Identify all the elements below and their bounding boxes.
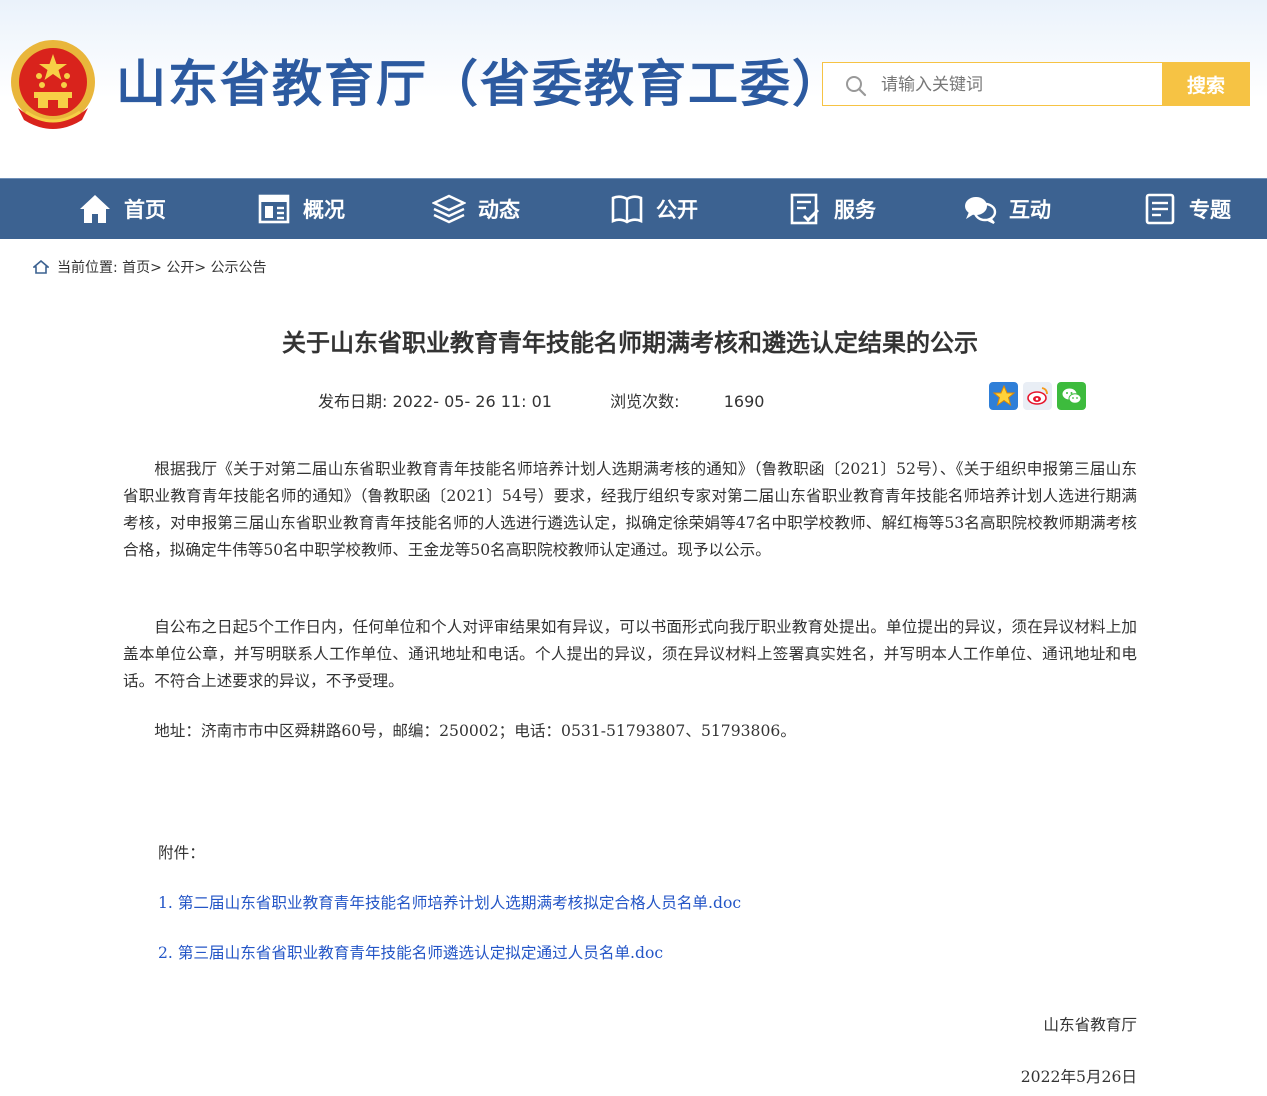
service-icon <box>790 193 820 225</box>
weibo-icon[interactable] <box>1023 382 1052 410</box>
chat-icon <box>965 197 997 224</box>
site-title: 山东省教育厅（省委教育工委） <box>116 55 844 113</box>
paragraph: 地址：济南市市中区舜耕路60号，邮编：250002；电话：0531-517938… <box>154 722 796 740</box>
article-title: 关于山东省职业教育青年技能名师期满考核和遴选认定结果的公示 <box>282 329 978 357</box>
nav-label: 互动 <box>1009 198 1051 222</box>
search-button[interactable]: 搜索 <box>1162 62 1250 106</box>
overview-icon <box>258 194 290 224</box>
book-icon <box>611 195 643 224</box>
breadcrumb: 当前位置: 首页> 公开> 公示公告 <box>33 256 267 278</box>
breadcrumb-home[interactable]: 首页> <box>122 257 162 277</box>
home-small-icon <box>33 260 49 274</box>
attachments-label: 附件： <box>158 844 205 862</box>
national-emblem-icon <box>11 40 95 129</box>
nav-label: 动态 <box>478 198 520 222</box>
main-nav: 首页 概况 动态 公开 服务 互动 专题 <box>0 178 1267 239</box>
signature: 山东省教育厅 <box>1043 1016 1137 1034</box>
breadcrumb-public[interactable]: 公开> <box>166 257 206 277</box>
nav-item-overview[interactable]: 概况 <box>257 179 345 239</box>
search-icon <box>846 76 867 97</box>
breadcrumb-notice[interactable]: 公示公告 <box>211 257 267 277</box>
breadcrumb-prefix: 当前位置: <box>57 260 118 276</box>
date-value: 2022- 05- 26 11: 01 <box>392 392 552 411</box>
attachment-link-1[interactable]: 1. 第二届山东省职业教育青年技能名师培养计划人选期满考核拟定合格人员名单.do… <box>158 894 741 912</box>
article-meta: 发布日期: 2022- 05- 26 11: 01 浏览次数: 1690 <box>318 388 764 412</box>
attachment-link-2[interactable]: 2. 第三届山东省省职业教育青年技能名师遴选认定拟定通过人员名单.doc <box>158 944 663 962</box>
nav-label: 首页 <box>124 198 166 222</box>
topic-icon <box>1145 193 1175 225</box>
home-icon <box>80 195 110 223</box>
nav-item-public[interactable]: 公开 <box>610 179 698 239</box>
nav-item-topic[interactable]: 专题 <box>1143 179 1231 239</box>
wechat-icon[interactable] <box>1057 382 1086 410</box>
search-box: 搜索 <box>822 62 1250 107</box>
nav-item-interact[interactable]: 互动 <box>963 179 1051 239</box>
nav-label: 公开 <box>656 198 698 222</box>
search-input[interactable] <box>879 63 1163 107</box>
views-label: 浏览次数: <box>610 392 680 411</box>
site-header: 山东省教育厅（省委教育工委） 搜索 <box>0 0 1267 178</box>
nav-item-service[interactable]: 服务 <box>788 179 876 239</box>
nav-label: 概况 <box>303 198 345 222</box>
date-label: 发布日期: <box>318 392 388 411</box>
views-value: 1690 <box>723 392 765 411</box>
paragraph: 根据我厅《关于对第二届山东省职业教育青年技能名师培养计划人选期满考核的通知》（鲁… <box>123 460 1137 559</box>
paragraph: 自公布之日起5个工作日内，任何单位和个人对评审结果如有异议，可以书面形式向我厅职… <box>123 618 1137 690</box>
sign-date: 2022年5月26日 <box>1020 1068 1137 1086</box>
share-bar <box>989 382 1086 410</box>
layers-icon <box>432 194 466 224</box>
nav-item-home[interactable]: 首页 <box>78 179 166 239</box>
favorite-star-icon[interactable] <box>989 382 1018 410</box>
nav-item-news[interactable]: 动态 <box>432 179 520 239</box>
nav-label: 专题 <box>1189 198 1231 222</box>
nav-label: 服务 <box>834 198 876 222</box>
